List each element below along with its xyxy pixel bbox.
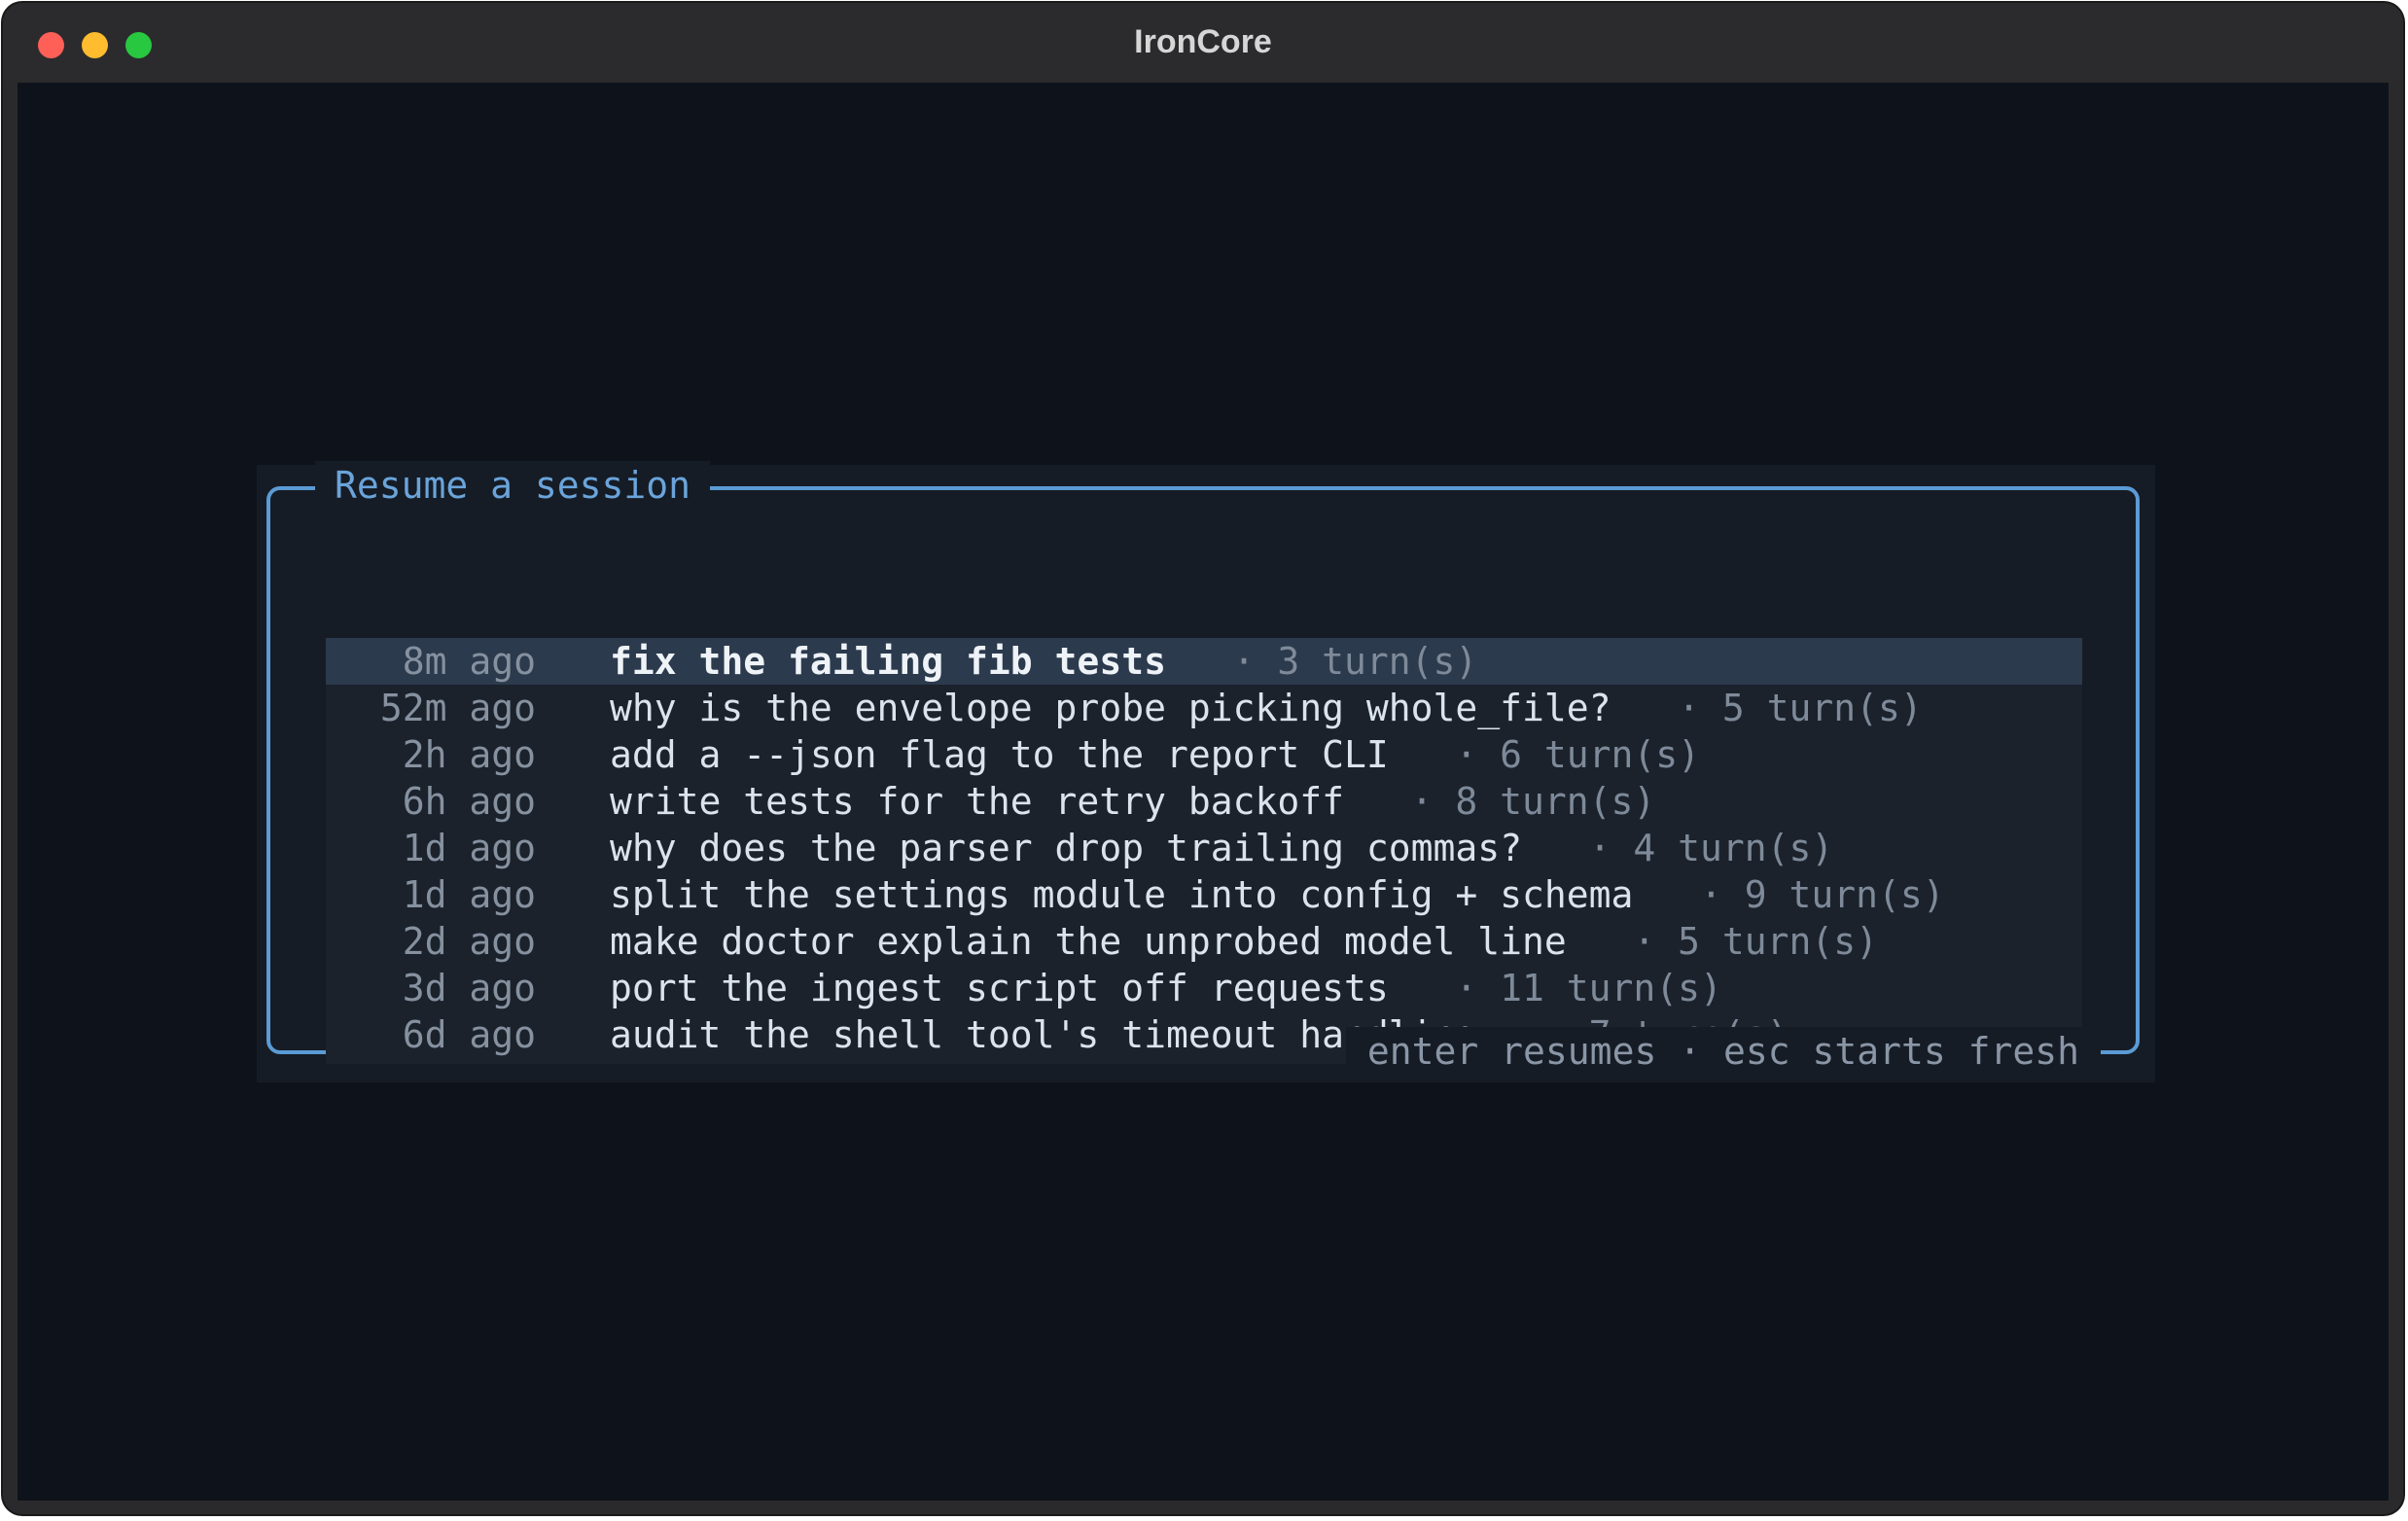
session-age: 52m ago	[379, 687, 536, 729]
session-row[interactable]: 52m ago why is the envelope probe picking…	[326, 685, 2082, 731]
session-prompt: write tests for the retry backoff · 8 tu…	[610, 778, 1655, 825]
session-turn-count: · 5 turn(s)	[1678, 687, 1923, 729]
session-prompt-text: port the ingest script off requests	[610, 967, 1389, 1009]
session-turn-count: · 9 turn(s)	[1700, 873, 1945, 916]
session-prompt: add a --json flag to the report CLI · 6 …	[610, 731, 1700, 778]
session-age: 2h ago	[402, 733, 536, 776]
session-row[interactable]: 1d ago why does the parser drop trailing …	[326, 825, 2082, 871]
session-prompt: split the settings module into config + …	[610, 871, 1945, 918]
session-turn-count: · 8 turn(s)	[1410, 780, 1656, 823]
session-prompt-text: split the settings module into config + …	[610, 873, 1634, 916]
session-row[interactable]: 2d ago make doctor explain the unprobed m…	[326, 918, 2082, 965]
session-prompt-text: why is the envelope probe picking whole_…	[610, 687, 1611, 729]
session-turn-count: · 4 turn(s)	[1588, 827, 1834, 869]
title-bar: IronCore	[3, 3, 2403, 81]
session-prompt: why does the parser drop trailing commas…	[610, 825, 1833, 871]
session-row-selected[interactable]: 8m ago fix the failing fib tests · 3 turn…	[326, 638, 2082, 685]
session-row[interactable]: 2h ago add a --json flag to the report CL…	[326, 731, 2082, 778]
session-age: 6d ago	[402, 1013, 536, 1056]
resume-session-dialog: Resume a session 8m ago fix the failing f…	[257, 461, 2155, 1082]
session-age: 2d ago	[402, 920, 536, 963]
session-row[interactable]: 6h ago write tests for the retry backoff …	[326, 778, 2082, 825]
window-title: IronCore	[1134, 23, 1272, 60]
session-row[interactable]: 1d ago split the settings module into con…	[326, 871, 2082, 918]
session-prompt: make doctor explain the unprobed model l…	[610, 918, 1878, 965]
session-age: 1d ago	[402, 827, 536, 869]
session-prompt-text: fix the failing fib tests	[610, 640, 1166, 683]
session-turn-count: · 11 turn(s)	[1455, 967, 1722, 1009]
session-turn-count: · 6 turn(s)	[1455, 733, 1701, 776]
session-prompt: fix the failing fib tests · 3 turn(s)	[610, 638, 1477, 685]
keybinding-hint: enter resumes · esc starts fresh	[1345, 1027, 2101, 1076]
session-age: 6h ago	[402, 780, 536, 823]
session-row[interactable]: 3d ago port the ingest script off request…	[326, 965, 2082, 1011]
session-turn-count: · 5 turn(s)	[1633, 920, 1879, 963]
session-prompt-text: write tests for the retry backoff	[610, 780, 1344, 823]
app-window: IronCore Resume a session 8m ago fix the …	[3, 3, 2403, 1514]
terminal-area: Resume a session 8m ago fix the failing f…	[18, 83, 2389, 1501]
session-prompt-text: make doctor explain the unprobed model l…	[610, 920, 1567, 963]
session-age: 1d ago	[402, 873, 536, 916]
session-turn-count: · 3 turn(s)	[1232, 640, 1478, 683]
session-list: 8m ago fix the failing fib tests · 3 turn…	[326, 638, 2082, 1064]
dialog-title: Resume a session	[315, 461, 711, 510]
session-prompt: why is the envelope probe picking whole_…	[610, 685, 1923, 731]
session-age: 8m ago	[402, 640, 536, 683]
session-prompt-text: why does the parser drop trailing commas…	[610, 827, 1522, 869]
session-prompt-text: add a --json flag to the report CLI	[610, 733, 1389, 776]
session-prompt: port the ingest script off requests · 11…	[610, 965, 1722, 1011]
session-age: 3d ago	[402, 967, 536, 1009]
